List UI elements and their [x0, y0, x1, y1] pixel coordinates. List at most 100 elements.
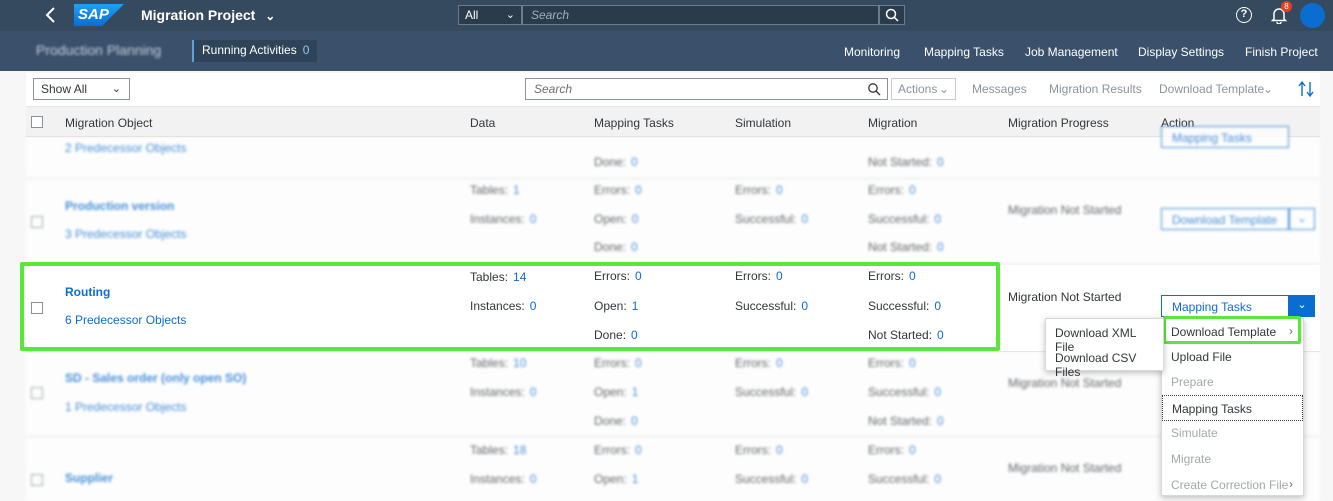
- nav-finish-project[interactable]: Finish Project: [1245, 45, 1318, 59]
- instances-value[interactable]: 0: [530, 212, 537, 226]
- running-activities-count: 0: [302, 43, 310, 57]
- search-button[interactable]: [879, 5, 905, 25]
- instances-value[interactable]: 0: [530, 472, 537, 486]
- chevron-down-icon: ⌄: [1263, 82, 1274, 96]
- errors-value[interactable]: 0: [635, 356, 642, 370]
- row-action-button[interactable]: Download Template: [1161, 208, 1289, 230]
- chevron-right-icon: ›: [1289, 477, 1293, 491]
- column-header-simulation[interactable]: Simulation: [735, 116, 791, 130]
- predecessor-link[interactable]: 1 Predecessor Objects: [65, 400, 186, 414]
- menu-item-mapping-tasks[interactable]: Mapping Tasks: [1162, 395, 1303, 421]
- nav-monitoring[interactable]: Monitoring: [844, 45, 900, 59]
- column-header-migration[interactable]: Migration: [868, 116, 917, 130]
- shell-search-input[interactable]: Search: [522, 5, 879, 25]
- done-value[interactable]: 0: [631, 240, 638, 254]
- errors-value[interactable]: 0: [776, 356, 783, 370]
- predecessor-link[interactable]: 3 Predecessor Objects: [65, 227, 186, 241]
- row-action-button[interactable]: Mapping Tasks: [1161, 126, 1289, 148]
- errors-value[interactable]: 0: [776, 443, 783, 457]
- tables-value[interactable]: 1: [513, 183, 520, 197]
- row-checkbox[interactable]: [31, 216, 43, 228]
- successful-value[interactable]: 0: [801, 212, 808, 226]
- instances-value[interactable]: 0: [530, 385, 537, 399]
- errors-label: Errors:: [868, 443, 904, 457]
- app-title: Production Planning: [36, 42, 162, 58]
- search-scope-select[interactable]: All ⌄: [458, 5, 522, 25]
- successful-value[interactable]: 0: [801, 385, 808, 399]
- filter-select[interactable]: Show All ⌄: [33, 78, 130, 100]
- predecessor-link[interactable]: 2 Predecessor Objects: [65, 141, 186, 155]
- download-template-menu-button[interactable]: Download Template: [1159, 82, 1264, 96]
- errors-label: Errors:: [868, 183, 904, 197]
- chevron-down-icon: ⌄: [265, 9, 276, 23]
- instances-label: Instances:: [470, 385, 525, 399]
- nav-display-settings[interactable]: Display Settings: [1138, 45, 1224, 59]
- migration-results-button[interactable]: Migration Results: [1049, 82, 1142, 96]
- errors-value[interactable]: 0: [909, 183, 916, 197]
- menu-item-label: Create Correction File: [1171, 478, 1289, 492]
- open-value[interactable]: 1: [632, 385, 639, 399]
- successful-value[interactable]: 0: [801, 472, 808, 486]
- errors-value[interactable]: 0: [635, 443, 642, 457]
- project-title[interactable]: Migration Project ⌄: [141, 7, 275, 23]
- table-search-input[interactable]: Search: [525, 78, 888, 100]
- column-header-mapping-tasks[interactable]: Mapping Tasks: [594, 116, 674, 130]
- errors-label: Errors:: [868, 356, 904, 370]
- errors-value[interactable]: 0: [909, 356, 916, 370]
- done-label: Done:: [594, 155, 627, 169]
- errors-label: Errors:: [735, 183, 771, 197]
- not-started-label: Not Started:: [868, 155, 933, 169]
- running-activities-button[interactable]: Running Activities 0: [192, 40, 318, 62]
- messages-button[interactable]: Messages: [972, 82, 1027, 96]
- menu-item-download-csv-files[interactable]: Download CSV Files: [1046, 345, 1163, 379]
- user-avatar[interactable]: [1300, 3, 1325, 28]
- nav-mapping-tasks[interactable]: Mapping Tasks: [924, 45, 1004, 59]
- column-header-data[interactable]: Data: [470, 116, 495, 130]
- row-checkbox[interactable]: [31, 387, 43, 399]
- open-label: Open:: [594, 385, 627, 399]
- menu-item-upload-file[interactable]: Upload File: [1162, 344, 1303, 370]
- done-value[interactable]: 0: [631, 414, 638, 428]
- table-row[interactable]: Supplier Tables: 18 Instances: 0 Errors: 0 …: [26, 438, 1320, 501]
- open-value[interactable]: 0: [632, 212, 639, 226]
- menu-item-simulate: Simulate: [1171, 426, 1218, 440]
- chevron-down-icon[interactable]: ⌄: [1289, 295, 1315, 317]
- menu-item-download-xml-file[interactable]: Download XML File: [1046, 320, 1163, 354]
- sap-logo-text: SAP: [78, 6, 109, 23]
- actions-menu-button[interactable]: Actions ⌄: [891, 78, 956, 100]
- migration-object-link[interactable]: SD - Sales order (only open SO): [65, 371, 246, 385]
- sort-icon[interactable]: [1298, 80, 1314, 98]
- open-label: Open:: [594, 472, 627, 486]
- open-value[interactable]: 1: [632, 472, 639, 486]
- actions-label: Actions: [898, 82, 938, 96]
- successful-value[interactable]: 0: [934, 385, 941, 399]
- column-header-migration-object[interactable]: Migration Object: [65, 116, 152, 130]
- successful-value[interactable]: 0: [934, 212, 941, 226]
- errors-value[interactable]: 0: [909, 443, 916, 457]
- errors-value[interactable]: 0: [635, 183, 642, 197]
- done-value[interactable]: 0: [631, 155, 638, 169]
- not-started-value[interactable]: 0: [937, 240, 944, 254]
- back-icon[interactable]: [44, 6, 62, 24]
- errors-value[interactable]: 0: [776, 183, 783, 197]
- nav-job-management[interactable]: Job Management: [1025, 45, 1118, 59]
- tables-value[interactable]: 10: [513, 356, 526, 370]
- successful-label: Successful:: [868, 212, 930, 226]
- sap-logo[interactable]: SAP: [74, 4, 124, 26]
- row-checkbox[interactable]: [31, 474, 43, 486]
- help-icon[interactable]: ?: [1236, 7, 1252, 23]
- table-row[interactable]: Production version 3 Predecessor Objects…: [26, 180, 1320, 264]
- not-started-value[interactable]: 0: [937, 414, 944, 428]
- search-icon[interactable]: [867, 82, 881, 96]
- table-row[interactable]: 2 Predecessor Objects Done: 0 Not Started…: [26, 126, 1320, 179]
- not-started-value[interactable]: 0: [937, 155, 944, 169]
- mapping-tasks-button[interactable]: Mapping Tasks: [1161, 295, 1289, 317]
- tables-value[interactable]: 18: [513, 443, 526, 457]
- successful-value[interactable]: 0: [934, 472, 941, 486]
- table-header: Migration Object Data Mapping Tasks Simu…: [26, 107, 1320, 137]
- migration-object-link[interactable]: Supplier: [65, 471, 113, 485]
- migration-object-link[interactable]: Production version: [65, 199, 174, 213]
- chevron-down-icon[interactable]: ⌄: [1289, 208, 1315, 230]
- select-all-checkbox[interactable]: [31, 116, 43, 128]
- column-header-migration-progress[interactable]: Migration Progress: [1008, 116, 1109, 130]
